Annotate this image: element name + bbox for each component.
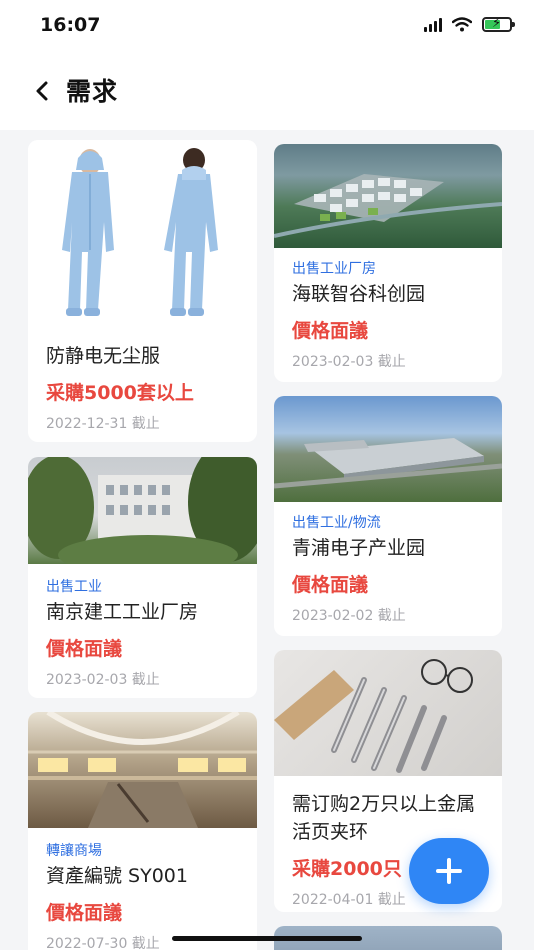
demand-card[interactable]: 出售工业/物流 青浦电子产业园 價格面議 2023-02-02 截止 <box>274 396 502 636</box>
card-category: 出售工业/物流 <box>292 515 381 531</box>
anti-static-suit-photo <box>28 140 257 332</box>
card-price: 價格面議 <box>46 902 123 924</box>
nav-bar: 需求 <box>0 52 534 130</box>
factory-building-photo <box>28 457 257 564</box>
card-title: 防静电无尘服 <box>46 345 161 367</box>
binder-rings-photo <box>274 650 502 776</box>
card-title: 資產編號 SY001 <box>46 865 188 887</box>
card-price: 采購5000套以上 <box>46 382 194 404</box>
home-indicator <box>172 936 362 941</box>
demand-card[interactable]: 出售工业 南京建工工业厂房 價格面議 2023-02-03 截止 <box>28 457 257 698</box>
card-deadline: 2023-02-03 截止 <box>292 354 406 370</box>
cellular-signal-icon <box>424 16 442 32</box>
demand-card[interactable]: 轉讓商場 資產編號 SY001 價格面議 2022-07-30 截止 <box>28 712 257 950</box>
status-bar: 16:07 ⚡ <box>0 0 534 52</box>
add-demand-button[interactable] <box>409 838 489 904</box>
card-title: 青浦电子产业园 <box>292 537 426 559</box>
demand-feed[interactable]: 防静电无尘服 采購5000套以上 2022-12-31 截止 出售工业厂房 海联… <box>0 130 534 950</box>
card-price: 價格面議 <box>292 574 369 596</box>
demand-card[interactable]: 出售工业厂房 海联智谷科创园 價格面議 2023-02-03 截止 <box>274 144 502 382</box>
industrial-park-aerial-photo <box>274 144 502 248</box>
card-price: 價格面議 <box>292 320 369 342</box>
back-button[interactable] <box>32 76 54 106</box>
page-title: 需求 <box>66 77 119 106</box>
card-title: 海联智谷科创园 <box>292 283 426 305</box>
shopping-mall-interior-photo <box>28 712 257 828</box>
card-deadline: 2023-02-03 截止 <box>46 672 160 688</box>
status-icons: ⚡ <box>424 16 515 32</box>
card-deadline: 2023-02-02 截止 <box>292 608 406 624</box>
status-time: 16:07 <box>40 14 101 36</box>
card-deadline: 2022-12-31 截止 <box>46 416 160 432</box>
card-price: 價格面議 <box>46 638 123 660</box>
wifi-icon <box>452 16 472 31</box>
card-category: 出售工业厂房 <box>292 261 376 277</box>
demand-card[interactable]: 防静电无尘服 采購5000套以上 2022-12-31 截止 <box>28 140 257 442</box>
card-title: 南京建工工业厂房 <box>46 601 199 623</box>
card-category: 轉讓商場 <box>46 843 102 859</box>
card-category: 出售工业 <box>46 579 102 595</box>
battery-icon: ⚡ <box>482 16 515 32</box>
logistics-park-aerial-photo <box>274 396 502 502</box>
